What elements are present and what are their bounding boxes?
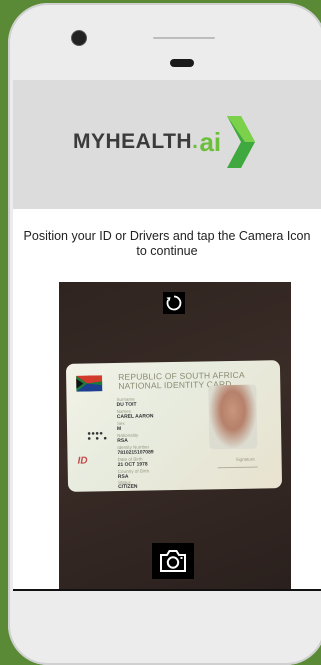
logo-ai: ai [199,126,222,157]
rotate-icon [166,295,182,311]
instruction-text: Position your ID or Drivers and tap the … [23,229,311,258]
signature-line [217,456,258,469]
camera-icon [160,550,186,572]
braille-dots [87,431,107,440]
rotate-camera-button[interactable] [163,292,185,314]
card-field-value: M [116,425,122,432]
card-field-value: 7810215107089 [117,449,154,456]
card-field-value: 21 OCT 1978 [117,461,148,468]
capture-button[interactable] [152,543,194,579]
app-screen: MYHEALTH . ai Position your ID or Driver… [13,80,321,591]
camera-preview: REPUBLIC OF SOUTH AFRICA NATIONAL IDENTI… [59,282,291,591]
card-field-value: CITIZEN [118,483,138,490]
logo-chevron-icon [227,116,256,168]
front-camera [71,30,87,46]
speaker-grille [153,37,215,39]
card-field-value: CAREL AARON [116,413,154,420]
logo-dot: . [192,130,199,153]
logo-text: MYHEALTH [73,130,193,153]
app-header: MYHEALTH . ai [13,80,321,209]
myhealth-logo: MYHEALTH . ai [73,112,257,172]
card-field-value: RSA [117,437,128,444]
sa-flag-icon [76,375,103,392]
card-portrait-photo [208,384,258,450]
sensor-pill [170,59,194,67]
screen-divider [13,589,321,591]
card-logo: ID [77,455,88,467]
id-card-image: REPUBLIC OF SOUTH AFRICA NATIONAL IDENTI… [65,360,283,492]
card-field-value: DU TOIT [116,401,137,408]
